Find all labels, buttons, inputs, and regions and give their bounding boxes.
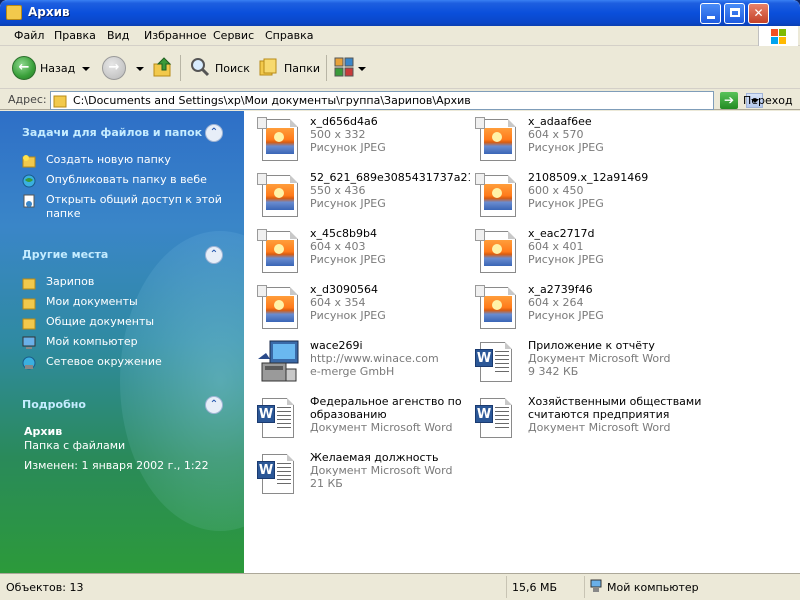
installer-icon <box>258 340 299 382</box>
folder-icon <box>6 5 22 20</box>
folder-icon <box>22 298 36 310</box>
places-section-title[interactable]: Другие места <box>22 248 108 261</box>
jpeg-icon <box>252 171 300 219</box>
details-section-title[interactable]: Подробно <box>22 398 86 411</box>
address-path[interactable]: C:\Documents and Settings\xp\Мои докумен… <box>73 94 471 107</box>
task-pane: Задачи для файлов и папок ⌃ Создать нову… <box>0 111 244 573</box>
jpeg-icon <box>470 115 518 163</box>
menu-help[interactable]: Справка <box>265 29 313 42</box>
word-document-icon: W <box>252 395 300 443</box>
explorer-window: Архив ✕ Файл Правка Вид Избранное Сервис… <box>0 0 800 600</box>
menu-favorites[interactable]: Избранное <box>144 29 206 42</box>
collapse-icon[interactable]: ⌃ <box>205 124 223 142</box>
status-divider <box>584 576 585 598</box>
status-divider <box>506 576 507 598</box>
status-bar: Объектов: 13 15,6 МБ Мой компьютер <box>0 573 800 600</box>
folder-icon <box>22 278 36 290</box>
menu-tools[interactable]: Сервис <box>213 29 254 42</box>
jpeg-icon <box>252 227 300 275</box>
word-document-icon: W <box>470 395 518 443</box>
share-icon <box>23 194 35 208</box>
forward-arrow-icon[interactable]: → <box>102 56 126 80</box>
file-view[interactable]: x_d656d4a6 500 x 332 Рисунок JPEG x_adaa… <box>244 111 800 573</box>
close-button[interactable]: ✕ <box>748 3 769 24</box>
toolbar: ← Назад → Поиск Папки <box>0 47 800 89</box>
computer-icon <box>22 336 36 349</box>
collapse-icon[interactable]: ⌃ <box>205 246 223 264</box>
word-document-icon: W <box>252 451 300 499</box>
status-size: 15,6 МБ <box>512 581 558 594</box>
menu-bar: Файл Правка Вид Избранное Сервис Справка <box>0 26 800 46</box>
detail-type: Папка с файлами <box>24 439 126 452</box>
detail-modified: Изменен: 1 января 2002 г., 1:22 <box>24 459 209 472</box>
address-input[interactable]: C:\Documents and Settings\xp\Мои докумен… <box>50 91 763 110</box>
window-title: Архив <box>28 5 70 19</box>
file-item[interactable]: wace269i http://www.winace.com e-merge G… <box>252 339 467 389</box>
windows-logo-icon <box>758 26 798 46</box>
status-location: Мой компьютер <box>607 581 699 594</box>
address-bar: Адрес: C:\Documents and Settings\xp\Мои … <box>0 90 800 110</box>
folder-icon <box>22 318 36 330</box>
file-item[interactable]: x_d656d4a6 500 x 332 Рисунок JPEG <box>252 115 467 165</box>
globe-icon <box>22 174 36 188</box>
file-item[interactable]: 52_621_689e3085431737a21... 550 x 436 Ри… <box>252 171 470 221</box>
file-item[interactable]: W Хозяйственными обществами считаются пр… <box>470 395 701 445</box>
detail-name: Архив <box>24 425 63 438</box>
folders-icon[interactable] <box>258 57 278 77</box>
views-dropdown-icon[interactable] <box>358 67 366 71</box>
back-arrow-icon[interactable]: ← <box>12 56 36 80</box>
folder-up-icon[interactable] <box>152 56 174 78</box>
computer-icon <box>590 579 602 592</box>
file-item[interactable]: W Федеральное агенство по образованию До… <box>252 395 467 445</box>
file-item[interactable]: x_a2739f46 604 x 264 Рисунок JPEG <box>470 283 685 333</box>
folder-icon <box>53 95 67 108</box>
file-item[interactable]: x_adaaf6ee 604 x 570 Рисунок JPEG <box>470 115 685 165</box>
go-button-label[interactable]: Переход <box>743 94 793 107</box>
file-item[interactable]: W Приложение к отчёту Документ Microsoft… <box>470 339 685 389</box>
forward-dropdown-icon[interactable] <box>136 67 144 71</box>
toolbar-separator <box>326 55 327 81</box>
jpeg-icon <box>470 171 518 219</box>
tasks-section-title[interactable]: Задачи для файлов и папок <box>22 126 202 139</box>
go-arrow-icon[interactable]: ➔ <box>720 92 738 109</box>
views-icon[interactable] <box>334 57 356 77</box>
maximize-button[interactable] <box>724 3 745 24</box>
search-icon[interactable] <box>190 57 210 77</box>
jpeg-icon <box>470 227 518 275</box>
file-item[interactable]: W Желаемая должность Документ Microsoft … <box>252 451 467 501</box>
status-object-count: Объектов: 13 <box>6 581 84 594</box>
search-button-label[interactable]: Поиск <box>215 62 250 75</box>
toolbar-separator <box>180 55 181 81</box>
menu-file[interactable]: Файл <box>14 29 44 42</box>
file-item[interactable]: x_eac2717d 604 x 401 Рисунок JPEG <box>470 227 685 277</box>
back-button-label[interactable]: Назад <box>40 62 75 75</box>
jpeg-icon <box>252 283 300 331</box>
collapse-icon[interactable]: ⌃ <box>205 396 223 414</box>
title-bar[interactable]: Архив ✕ <box>0 0 800 26</box>
file-item[interactable]: x_d3090564 604 x 354 Рисунок JPEG <box>252 283 467 333</box>
new-folder-icon <box>22 155 36 168</box>
network-icon <box>22 356 36 370</box>
minimize-button[interactable] <box>700 3 721 24</box>
menu-view[interactable]: Вид <box>107 29 129 42</box>
menu-edit[interactable]: Правка <box>54 29 96 42</box>
go-button[interactable]: ➔ Переход <box>720 91 798 110</box>
jpeg-icon <box>252 115 300 163</box>
jpeg-icon <box>470 283 518 331</box>
address-label: Адрес: <box>8 93 47 106</box>
folders-button-label[interactable]: Папки <box>284 62 320 75</box>
back-dropdown-icon[interactable] <box>82 67 90 71</box>
file-item[interactable]: 2108509.x_12a91469 600 x 450 Рисунок JPE… <box>470 171 685 221</box>
file-item[interactable]: x_45c8b9b4 604 x 403 Рисунок JPEG <box>252 227 467 277</box>
word-document-icon: W <box>470 339 518 387</box>
